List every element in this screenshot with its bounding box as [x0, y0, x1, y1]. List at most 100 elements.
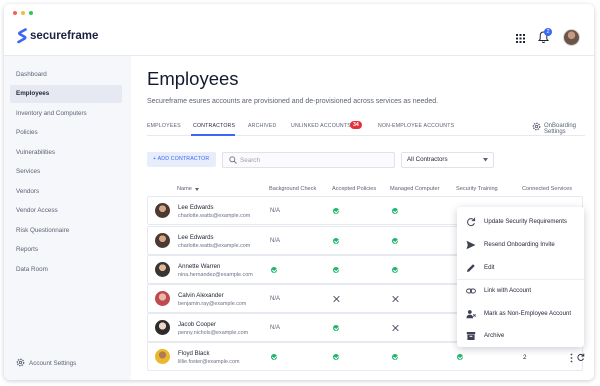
- employee-name: Lee Edwards: [178, 204, 214, 211]
- tab-contractors[interactable]: CONTRACTORS: [193, 123, 235, 129]
- check-icon: [271, 267, 277, 273]
- sidebar-item-risk-questionnaire[interactable]: Risk Questionnaire: [10, 222, 122, 240]
- employee-email: charlotte.watts@example.com: [178, 213, 251, 219]
- tab-archived[interactable]: ARCHIVED: [248, 123, 276, 129]
- top-bar: secureframe 2: [4, 20, 594, 56]
- column-header-managed-computer[interactable]: Managed Computer: [390, 186, 439, 192]
- menu-item-mark-non-employee[interactable]: Mark as Non-Employee Account: [457, 303, 584, 325]
- send-icon: [466, 240, 476, 250]
- user-remove-icon: [466, 310, 476, 319]
- employee-name: Floyd Black: [178, 350, 210, 357]
- contractor-filter-value: All Contractors: [407, 156, 448, 163]
- row-actions-menu: Update Security Requirements Resend Onbo…: [457, 207, 584, 347]
- add-contractor-button[interactable]: + ADD CONTRACTOR: [147, 152, 216, 167]
- sidebar-item-reports[interactable]: Reports: [10, 241, 122, 259]
- employee-email: lillie.foster@example.com: [178, 359, 240, 365]
- background-check-value: N/A: [270, 325, 281, 331]
- minimize-window-dot[interactable]: [21, 11, 25, 15]
- sidebar-item-vendor-access[interactable]: Vendor Access: [10, 202, 122, 220]
- menu-item-label: Archive: [484, 332, 505, 339]
- archive-icon: [466, 332, 476, 340]
- column-header-name[interactable]: Name: [177, 186, 192, 192]
- employee-email: charlotte.watts@example.com: [178, 243, 251, 249]
- menu-item-link-with-account[interactable]: Link with Account: [457, 280, 584, 302]
- close-window-dot[interactable]: [13, 11, 17, 15]
- column-header-connected-services[interactable]: Connected Services: [522, 186, 572, 192]
- avatar: [155, 349, 170, 364]
- menu-item-label: Mark as Non-Employee Account: [484, 310, 572, 317]
- menu-item-label: Link with Account: [484, 287, 532, 294]
- check-icon: [392, 238, 398, 244]
- check-icon: [333, 325, 339, 331]
- check-icon: [333, 354, 339, 360]
- sidebar-item-services[interactable]: Services: [10, 163, 122, 181]
- sidebar-item-vendors[interactable]: Vendors: [10, 183, 122, 201]
- pencil-icon: [467, 264, 475, 272]
- onboarding-settings-link[interactable]: OnBoarding Settings: [544, 123, 585, 135]
- refresh-icon: [467, 217, 476, 227]
- maximize-window-dot[interactable]: [29, 11, 33, 15]
- unlinked-count-badge: 34: [350, 121, 362, 129]
- onboarding-settings-gear-icon[interactable]: [532, 122, 541, 131]
- avatar: [155, 233, 170, 248]
- link-icon: [466, 288, 476, 294]
- check-icon: [333, 267, 339, 273]
- check-icon: [333, 238, 339, 244]
- app-window: secureframe 2 Dashboard Employees Invent…: [4, 4, 594, 380]
- background-check-value: N/A: [270, 296, 281, 302]
- column-header-security-training[interactable]: Security Training: [456, 186, 498, 192]
- tab-employees[interactable]: EMPLOYEES: [147, 123, 181, 129]
- window-chrome: [4, 4, 594, 20]
- employee-email: benjamin.ray@example.com: [178, 301, 247, 307]
- avatar: [155, 291, 170, 306]
- avatar: [155, 262, 170, 277]
- secureframe-logo-icon[interactable]: [17, 28, 27, 44]
- notification-count-badge: 2: [544, 28, 552, 36]
- employee-name: Annette Warren: [178, 263, 221, 270]
- menu-item-resend-onboarding-invite[interactable]: Resend Onboarding Invite: [457, 234, 584, 256]
- cross-icon: [332, 295, 340, 303]
- menu-item-label: Resend Onboarding Invite: [484, 241, 555, 248]
- menu-item-archive[interactable]: Archive: [457, 325, 584, 347]
- avatar: [155, 320, 170, 335]
- background-check-value: N/A: [270, 208, 281, 214]
- employee-email: penny.nichols@example.com: [178, 330, 249, 336]
- user-avatar[interactable]: [563, 29, 580, 46]
- active-tab-indicator: [191, 134, 235, 136]
- column-header-background-check[interactable]: Background Check: [269, 186, 316, 192]
- menu-item-label: Edit: [484, 264, 495, 271]
- contractor-filter-select[interactable]: All Contractors: [401, 152, 494, 168]
- background-check-value: N/A: [270, 238, 281, 244]
- sort-down-icon[interactable]: [195, 188, 199, 191]
- search-icon: [229, 156, 237, 164]
- employee-name: Jacob Cooper: [178, 321, 216, 328]
- tab-unlinked-accounts[interactable]: UNLINKED ACCOUNTS: [291, 123, 351, 129]
- sidebar-item-policies[interactable]: Policies: [10, 124, 122, 142]
- account-settings-link[interactable]: Account Settings: [29, 360, 76, 367]
- sidebar-item-data-room[interactable]: Data Room: [10, 261, 122, 279]
- employee-email: nina.hernandez@example.com: [178, 272, 253, 278]
- search-box: [222, 152, 395, 168]
- menu-item-edit[interactable]: Edit: [457, 257, 584, 279]
- check-icon: [457, 354, 463, 360]
- cursor-refresh-icon: [577, 353, 585, 361]
- cross-icon: [391, 324, 399, 332]
- tab-non-employee-accounts[interactable]: NON-EMPLOYEE ACCOUNTS: [378, 123, 454, 129]
- check-icon: [392, 267, 398, 273]
- column-header-accepted-policies[interactable]: Accepted Policies: [332, 186, 376, 192]
- employee-name: Calvin Alexander: [178, 292, 224, 299]
- sidebar-item-inventory[interactable]: Inventory and Computers: [10, 105, 122, 123]
- avatar: [155, 203, 170, 218]
- cross-icon: [391, 295, 399, 303]
- check-icon: [333, 208, 339, 214]
- sidebar: Dashboard Employees Inventory and Comput…: [4, 56, 131, 380]
- sidebar-item-dashboard[interactable]: Dashboard: [10, 66, 122, 84]
- apps-grid-icon[interactable]: [516, 34, 525, 43]
- search-input[interactable]: [240, 155, 390, 165]
- brand-name: secureframe: [30, 30, 99, 42]
- menu-item-update-security-requirements[interactable]: Update Security Requirements: [457, 211, 584, 233]
- sidebar-item-vulnerabilities[interactable]: Vulnerabilities: [10, 144, 122, 162]
- sidebar-item-employees[interactable]: Employees: [10, 85, 122, 103]
- more-options-icon[interactable]: [570, 353, 573, 363]
- account-settings-gear-icon[interactable]: [16, 358, 25, 367]
